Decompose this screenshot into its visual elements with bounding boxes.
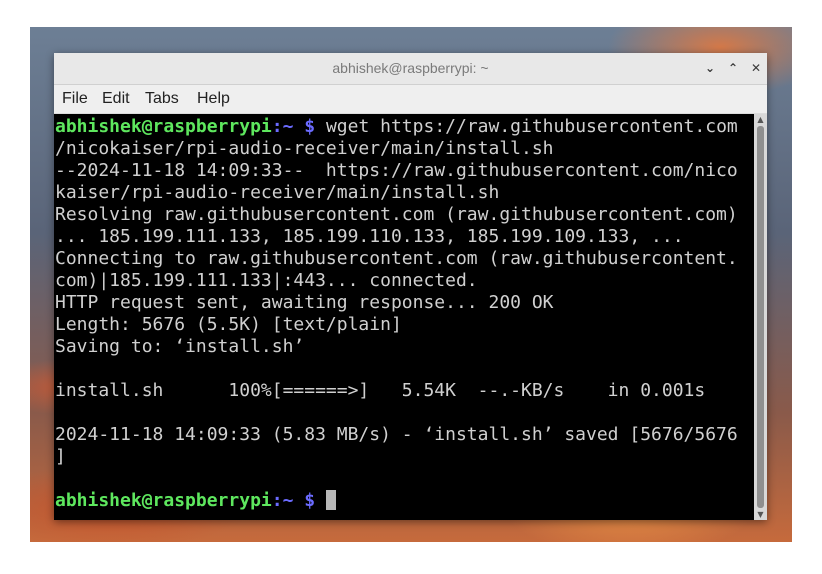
maximize-button[interactable]: ⌃ — [725, 60, 741, 76]
prompt-user: abhishek@raspberrypi — [55, 490, 272, 511]
menu-tabs[interactable]: Tabs — [145, 90, 179, 108]
scrollbar[interactable]: ▲ ▼ — [754, 114, 767, 520]
command-input[interactable] — [315, 490, 326, 511]
prompt-user: abhishek@raspberrypi — [55, 116, 272, 137]
close-button[interactable]: ✕ — [748, 60, 764, 76]
menu-edit[interactable]: Edit — [102, 90, 130, 108]
scrollbar-thumb[interactable] — [757, 126, 764, 508]
menu-bar: File Edit Tabs Help — [54, 85, 767, 114]
prompt-path: :~ $ — [271, 116, 316, 137]
terminal-window: abhishek@raspberrypi: ~ ⌄ ⌃ ✕ File Edit … — [54, 53, 767, 520]
window-title: abhishek@raspberrypi: ~ — [332, 60, 489, 76]
command-output: --2024-11-18 14:09:33-- https://raw.gith… — [55, 160, 738, 467]
scroll-up-icon[interactable]: ▲ — [754, 114, 767, 125]
scroll-down-icon[interactable]: ▼ — [754, 509, 767, 520]
title-bar[interactable]: abhishek@raspberrypi: ~ ⌄ ⌃ ✕ — [54, 53, 767, 85]
menu-file[interactable]: File — [62, 90, 88, 108]
text-cursor — [325, 490, 336, 510]
prompt-path: :~ $ — [271, 490, 316, 511]
terminal-text: abhishek@raspberrypi:~ $ wget https://ra… — [55, 116, 738, 512]
menu-help[interactable]: Help — [197, 90, 230, 108]
minimize-button[interactable]: ⌄ — [702, 60, 718, 76]
terminal-output-area[interactable]: abhishek@raspberrypi:~ $ wget https://ra… — [54, 114, 754, 520]
